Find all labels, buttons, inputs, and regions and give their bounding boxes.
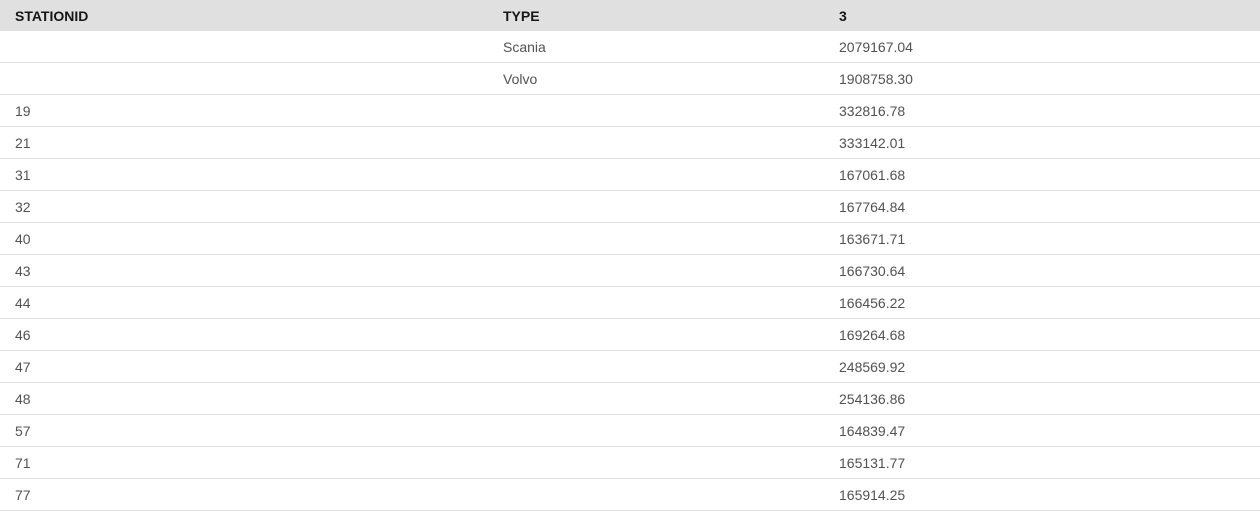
- table-row[interactable]: 48 254136.86: [0, 383, 1260, 415]
- cell-stationid: 21: [15, 134, 31, 151]
- table-row[interactable]: 31 167061.68: [0, 159, 1260, 191]
- cell-value: 167061.68: [839, 166, 906, 183]
- cell-stationid: 57: [15, 422, 31, 439]
- cell-stationid: 47: [15, 358, 31, 375]
- table-body: Scania 2079167.04 Volvo 1908758.30 19 332816.…: [0, 31, 1260, 511]
- cell-value: 254136.86: [839, 390, 906, 407]
- table-row[interactable]: 46 169264.68: [0, 319, 1260, 351]
- cell-value: 2079167.04: [839, 38, 913, 55]
- cell-value: 165914.25: [839, 486, 906, 503]
- cell-type: Volvo: [503, 70, 538, 87]
- cell-value: 166730.64: [839, 262, 906, 279]
- cell-stationid: 31: [15, 166, 31, 183]
- table-row[interactable]: 57 164839.47: [0, 415, 1260, 447]
- cell-stationid: 40: [15, 230, 31, 247]
- table-row[interactable]: 77 165914.25: [0, 479, 1260, 511]
- table-row[interactable]: 47 248569.92: [0, 351, 1260, 383]
- cell-value: 1908758.30: [839, 70, 913, 87]
- table-row[interactable]: 71 165131.77: [0, 447, 1260, 479]
- table-row[interactable]: Scania 2079167.04: [0, 31, 1260, 63]
- cell-value: 333142.01: [839, 134, 906, 151]
- cell-value: 169264.68: [839, 326, 906, 343]
- column-header-stationid[interactable]: STATIONID: [0, 8, 488, 24]
- cell-stationid: 19: [15, 102, 31, 119]
- table-row[interactable]: 40 163671.71: [0, 223, 1260, 255]
- table-row[interactable]: 32 167764.84: [0, 191, 1260, 223]
- table-row[interactable]: 21 333142.01: [0, 127, 1260, 159]
- results-table: STATIONID TYPE 3 Scania 2079167.04 Volvo 19…: [0, 0, 1260, 511]
- cell-stationid: 44: [15, 294, 31, 311]
- table-header-row: STATIONID TYPE 3: [0, 0, 1260, 31]
- table-row[interactable]: Volvo 1908758.30: [0, 63, 1260, 95]
- cell-stationid: 46: [15, 326, 31, 343]
- cell-value: 164839.47: [839, 422, 906, 439]
- cell-value: 165131.77: [839, 454, 906, 471]
- cell-stationid: 71: [15, 454, 31, 471]
- cell-value: 167764.84: [839, 198, 906, 215]
- cell-value: 248569.92: [839, 358, 906, 375]
- table-row[interactable]: 19 332816.78: [0, 95, 1260, 127]
- cell-stationid: 77: [15, 486, 31, 503]
- column-header-type[interactable]: TYPE: [488, 8, 824, 24]
- table-row[interactable]: 43 166730.64: [0, 255, 1260, 287]
- cell-type: Scania: [503, 38, 546, 55]
- cell-stationid: 43: [15, 262, 31, 279]
- cell-stationid: 32: [15, 198, 31, 215]
- column-header-3[interactable]: 3: [824, 8, 1260, 24]
- cell-value: 166456.22: [839, 294, 906, 311]
- table-row[interactable]: 44 166456.22: [0, 287, 1260, 319]
- cell-stationid: 48: [15, 390, 31, 407]
- cell-value: 163671.71: [839, 230, 906, 247]
- cell-value: 332816.78: [839, 102, 906, 119]
